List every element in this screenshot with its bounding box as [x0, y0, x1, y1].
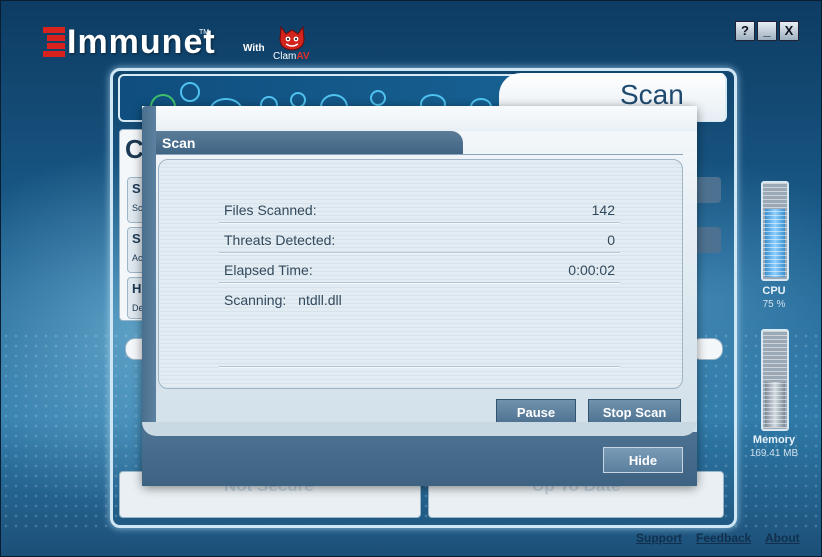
- elapsed-time-label: Elapsed Time:: [224, 262, 313, 278]
- background-card-heading: C: [125, 134, 144, 164]
- clamav-wordmark: ClamAV: [273, 51, 310, 62]
- background-item-letter: H: [132, 281, 142, 296]
- hide-button[interactable]: Hide: [603, 447, 683, 473]
- row-divider: [219, 252, 620, 254]
- dialog-top-strip: [142, 106, 697, 131]
- row-divider: [219, 366, 620, 368]
- elapsed-time-row: Elapsed Time: 0:00:02: [224, 262, 619, 278]
- close-button[interactable]: X: [779, 21, 799, 41]
- help-button[interactable]: ?: [735, 21, 755, 41]
- threats-detected-row: Threats Detected: 0: [224, 232, 619, 248]
- feedback-link[interactable]: Feedback: [696, 531, 751, 545]
- dialog-tab-scan: Scan: [156, 131, 463, 155]
- brand-name: Immunet: [67, 22, 216, 61]
- threats-detected-value: 0: [607, 232, 615, 248]
- app-window: Immunet TM With ClamAV ? _ X ats tted Sc…: [0, 0, 822, 557]
- files-scanned-row: Files Scanned: 142: [224, 202, 619, 218]
- threats-detected-label: Threats Detected:: [224, 232, 336, 248]
- background-item-sub: Ac: [132, 253, 143, 263]
- background-item-sub: Sc: [132, 203, 143, 213]
- memory-label: Memory: [752, 434, 796, 446]
- background-item-letter: S: [132, 181, 141, 196]
- support-link[interactable]: Support: [636, 531, 682, 545]
- window-controls: ? _ X: [735, 21, 799, 41]
- files-scanned-label: Files Scanned:: [224, 202, 317, 218]
- scanning-row: Scanning: ntdll.dll: [224, 292, 619, 308]
- dialog-tab-underline: [156, 154, 683, 155]
- scanning-label: Scanning:: [224, 292, 287, 308]
- scanning-file: ntdll.dll: [298, 292, 342, 308]
- memory-meter: [761, 329, 789, 431]
- logo-mark-icon: [43, 27, 65, 57]
- dialog-left-edge: [142, 106, 156, 436]
- background-item-letter: S: [132, 231, 141, 246]
- memory-value: 169.41 MB: [749, 448, 799, 459]
- elapsed-time-value: 0:00:02: [568, 262, 615, 278]
- row-divider: [219, 222, 620, 224]
- clamav-logo-icon: [279, 25, 305, 51]
- minimize-button[interactable]: _: [757, 21, 777, 41]
- with-label: With: [243, 43, 265, 54]
- row-divider: [219, 282, 620, 284]
- immunet-logo: Immunet: [43, 22, 216, 61]
- about-link[interactable]: About: [765, 531, 800, 545]
- cpu-value: 75 %: [762, 299, 786, 310]
- files-scanned-value: 142: [591, 202, 615, 218]
- trademark-mark: TM: [199, 29, 210, 36]
- cpu-label: CPU: [762, 285, 786, 297]
- cpu-meter: [761, 181, 789, 281]
- dialog-footer-curve: [142, 422, 697, 436]
